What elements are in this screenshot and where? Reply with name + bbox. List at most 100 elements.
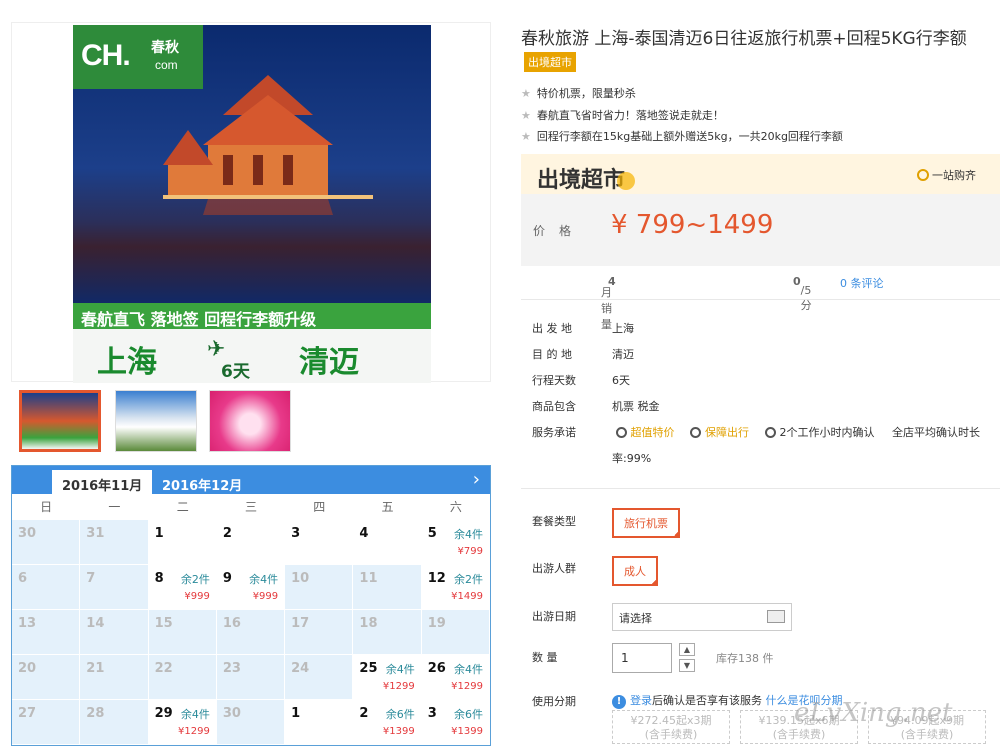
calendar-day[interactable]: 26 余4件 ¥1299 [421,655,490,700]
day-number: 29 [154,706,173,721]
poster-route: 上海 ✈ 6天 清迈 [73,329,431,383]
supermarket-logo-text: 出境超市 [537,168,626,193]
calendar-day[interactable]: 5 余4件 ¥799 [421,520,490,565]
package-option-flight[interactable]: 旅行机票 [612,508,680,538]
calendar-day: 15 [148,610,217,655]
check-circle-icon [917,169,929,181]
installment-plan-3[interactable]: ¥272.45起x3期 (含手续费) [612,710,730,744]
monthly-sales: 月销量 4 [601,275,616,331]
day-number: 2 [222,526,232,541]
day-number: 28 [86,706,105,721]
plan-fee: (含手续费) [644,728,698,741]
day-number: 20 [18,661,37,676]
day-number: 25 [359,661,378,676]
calendar-day[interactable]: 25 余4件 ¥1299 [353,655,422,700]
weekday-label: 六 [449,500,462,514]
info-icon: ! [612,695,626,709]
day-number: 16 [222,616,241,631]
installment-label: 使用分期 [532,695,576,708]
day-number: 21 [86,661,105,676]
confirm-rate-value: 率:99% [612,452,652,465]
service-item[interactable]: 超值特价 [631,426,675,439]
calendar-day: 27 [12,700,81,745]
month-tab-dec[interactable]: 2016年12月 [152,470,252,494]
calendar-day[interactable]: 9 余4件 ¥999 [216,565,286,610]
calendar-day[interactable]: 1 [285,700,354,745]
detail-row: 行程天数 6天 [532,372,630,388]
calendar-day[interactable]: 2 余6件 ¥1399 [353,700,422,745]
stock-count: 库存138 件 [716,652,774,665]
date-picker-input[interactable]: 请选择 [612,603,792,631]
day-price: ¥1299 [451,681,483,692]
day-number: 10 [291,571,310,586]
thumbnail-2[interactable] [115,390,197,452]
reviews-link[interactable]: 0 条评论 [840,275,884,291]
quantity-label: 数 量 [532,651,558,664]
calendar-day[interactable]: 12 余2件 ¥1499 [421,565,490,610]
detail-row: 商品包含 机票 税金 [532,398,660,414]
calendar-day[interactable]: 2 [216,520,286,565]
rating: 0/5分 [793,275,812,312]
day-number: 5 [427,526,437,541]
installment-text: 后确认是否享有该服务 [652,694,762,707]
service-item[interactable]: 保障出行 [705,426,749,439]
sales-bar: 月销量 4 0/5分 0 条评论 [521,266,1000,331]
month-tab-nov[interactable]: 2016年11月 [52,470,153,494]
calendar-day[interactable]: 3 [285,520,354,565]
day-price: ¥1399 [451,726,483,737]
detail-value: 清迈 [612,348,634,361]
quantity-down-icon[interactable]: ▼ [679,659,695,672]
detail-row: 目 的 地 清迈 [532,346,634,362]
weekday-label: 四 [313,500,326,514]
detail-value: 6天 [612,374,630,387]
weekday-label: 三 [244,500,257,514]
calendar-day: 21 [80,655,149,700]
people-label: 出游人群 [532,562,576,575]
calendar-day: 7 [80,565,149,610]
logo-mark: CH. [81,39,131,72]
day-number: 3 [427,706,437,721]
departure-calendar: 2016年11月 2016年12月 › 日 一 二 三 四 五 六 30 31 1 2… [11,465,491,746]
calendar-day: 20 [12,655,81,700]
day-number: 15 [154,616,173,631]
day-number: 9 [222,571,232,586]
day-number: 26 [427,661,446,676]
calendar-day[interactable]: 29 余4件 ¥1299 [148,700,217,745]
calendar-day[interactable]: 1 [148,520,217,565]
watermark: eLvXing.net [794,698,953,728]
product-title: 春秋旅游 上海-泰国清迈6日往返旅行机票+回程5KG行李额 [521,29,967,49]
day-number: 8 [154,571,164,586]
calendar-grid: 30 31 1 2 3 4 5 余4件 ¥799 6 7 8 余2件 ¥999 9 余4件 ¥999 10 11 12… [12,520,490,745]
category-tag[interactable]: 出境超市 [524,52,576,72]
thumbnail-3[interactable] [209,390,291,452]
day-number: 12 [427,571,446,586]
day-number: 30 [222,706,241,721]
rating-value: 0 [793,275,801,288]
thumbnail-1[interactable] [19,390,101,452]
day-number: 24 [291,661,310,676]
calendar-day[interactable]: 3 余6件 ¥1399 [421,700,490,745]
service-label: 服务承诺 [532,426,576,439]
calendar-icon[interactable] [767,610,785,623]
quantity-input[interactable]: 1 [612,643,672,673]
temple-illustration [163,75,373,215]
quantity-up-icon[interactable]: ▲ [679,643,695,656]
brand-logo: CH. 春秋 com [73,25,203,89]
login-link[interactable]: 登录 [630,694,652,707]
people-option-adult[interactable]: 成人 [612,556,658,586]
logo-ring-icon [617,172,636,190]
weekday-label: 二 [176,500,189,514]
day-number: 31 [86,526,105,541]
day-number: 17 [291,616,310,631]
next-month-icon[interactable]: › [473,469,480,490]
day-price: ¥799 [457,546,483,557]
main-product-image: CH. 春秋 com 春航直飞 落地签 回程行李额升级 上海 ✈ 6天 清迈 [11,22,491,383]
service-item[interactable]: 2个工作小时内确认 [780,426,875,439]
detail-row: 出 发 地 上海 [532,320,634,336]
calendar-day[interactable]: 8 余2件 ¥999 [148,565,217,610]
day-number: 13 [18,616,37,631]
divider [521,488,1000,489]
calendar-day[interactable]: 4 [353,520,422,565]
calendar-header: 2016年11月 2016年12月 › [12,466,490,494]
weekday-label: 一 [108,500,121,514]
